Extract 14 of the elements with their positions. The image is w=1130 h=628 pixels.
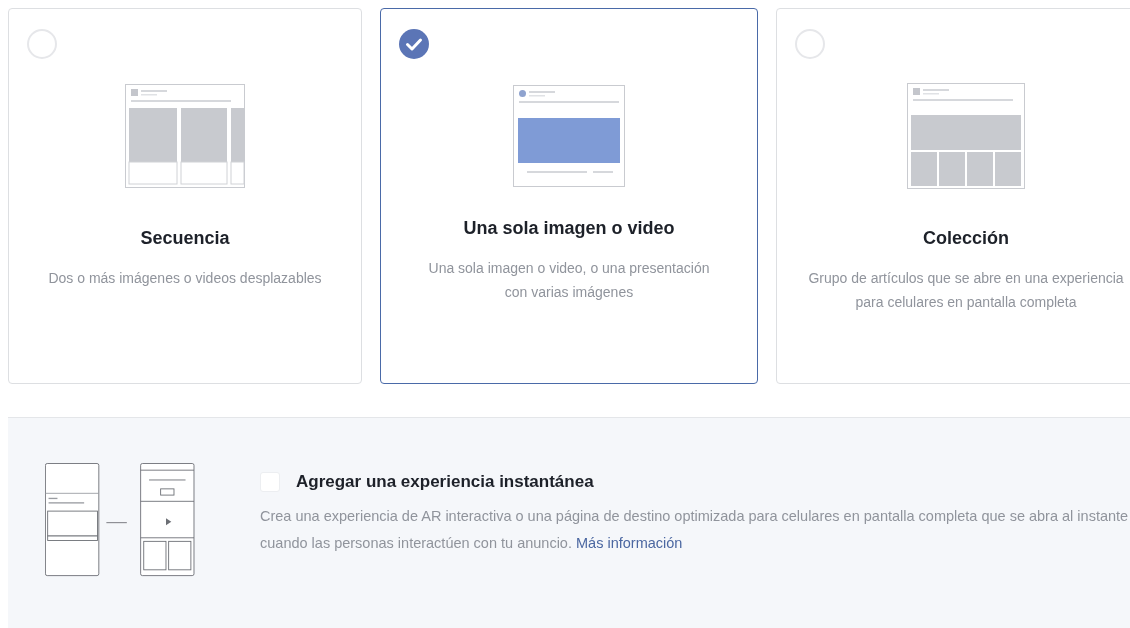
radio-button[interactable] (27, 29, 57, 59)
instant-experience-description: Crea una experiencia de AR interactiva o una página de destino optimizada para celulares en pantalla completa que se abra al instante cuando las personas interactúen con tu anuncio. Más información (260, 506, 1130, 553)
format-description: Una sola imagen o video, o una presentación con varias imágenes (427, 259, 711, 302)
format-option-card[interactable]: Una sola imagen o video Una sola imagen o video, o una presentación con varias imágenes (380, 8, 758, 384)
format-description: Grupo de artículos que se abre en una experiencia para celulares en pantalla completa (807, 269, 1125, 312)
format-title: Secuencia (140, 227, 230, 250)
format-option-card[interactable]: Secuencia Dos o más imágenes o videos desplazables (8, 8, 362, 384)
format-description: Dos o más imágenes o videos desplazables (47, 269, 323, 288)
format-option-card[interactable]: Colección Grupo de artículos que se abre en una experiencia para celulares en pantalla completa (776, 8, 1130, 384)
format-title: Una sola imagen o video (463, 217, 675, 240)
format-title: Colección (923, 227, 1009, 250)
learn-more-link[interactable]: Más información (576, 534, 683, 551)
radio-button[interactable] (795, 29, 825, 59)
instant-experience-title: Agregar una experiencia instantánea (296, 471, 594, 493)
